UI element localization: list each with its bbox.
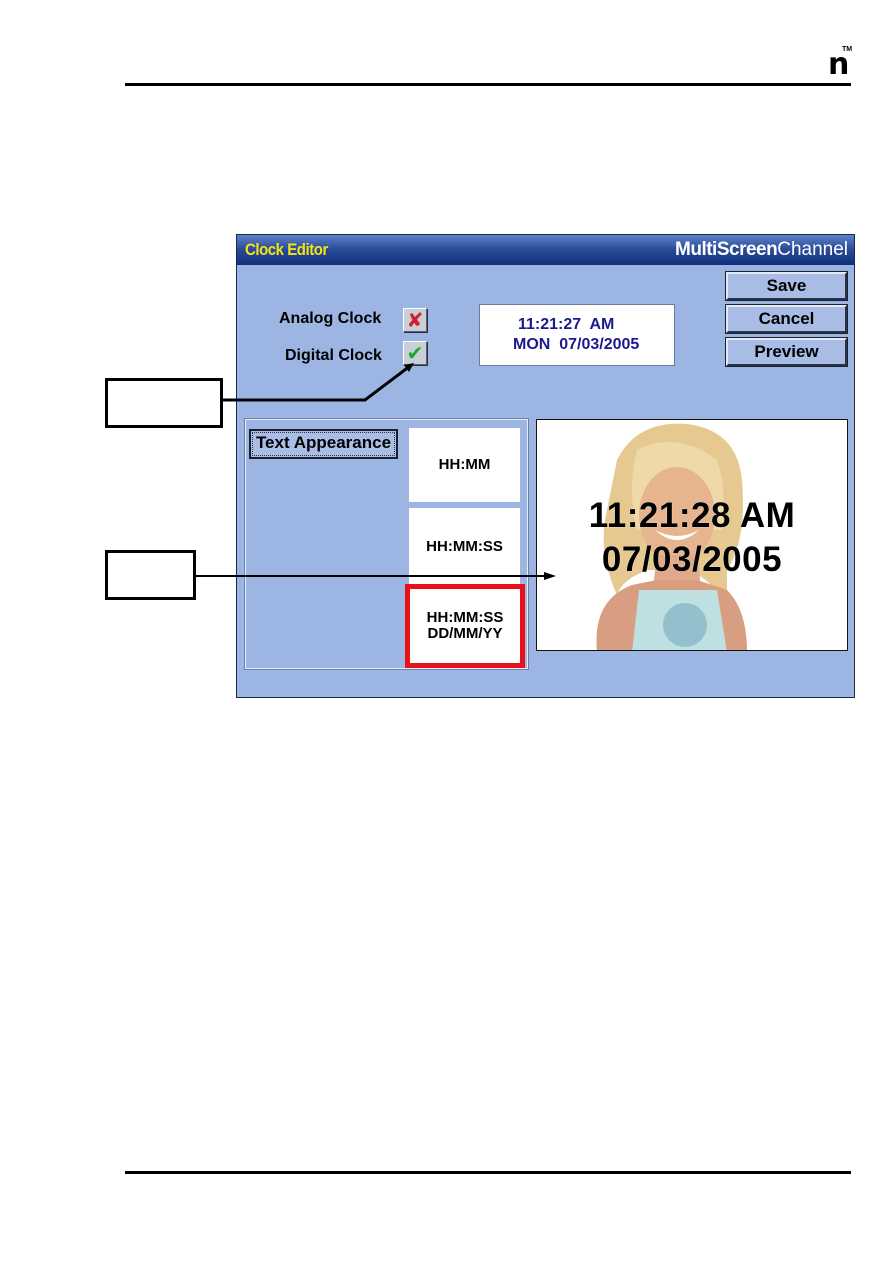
callout-arrowhead-2: [544, 572, 556, 580]
callout-connectors: [196, 363, 556, 580]
footer-rule: [125, 1171, 851, 1174]
callout-line-1: [223, 364, 411, 402]
